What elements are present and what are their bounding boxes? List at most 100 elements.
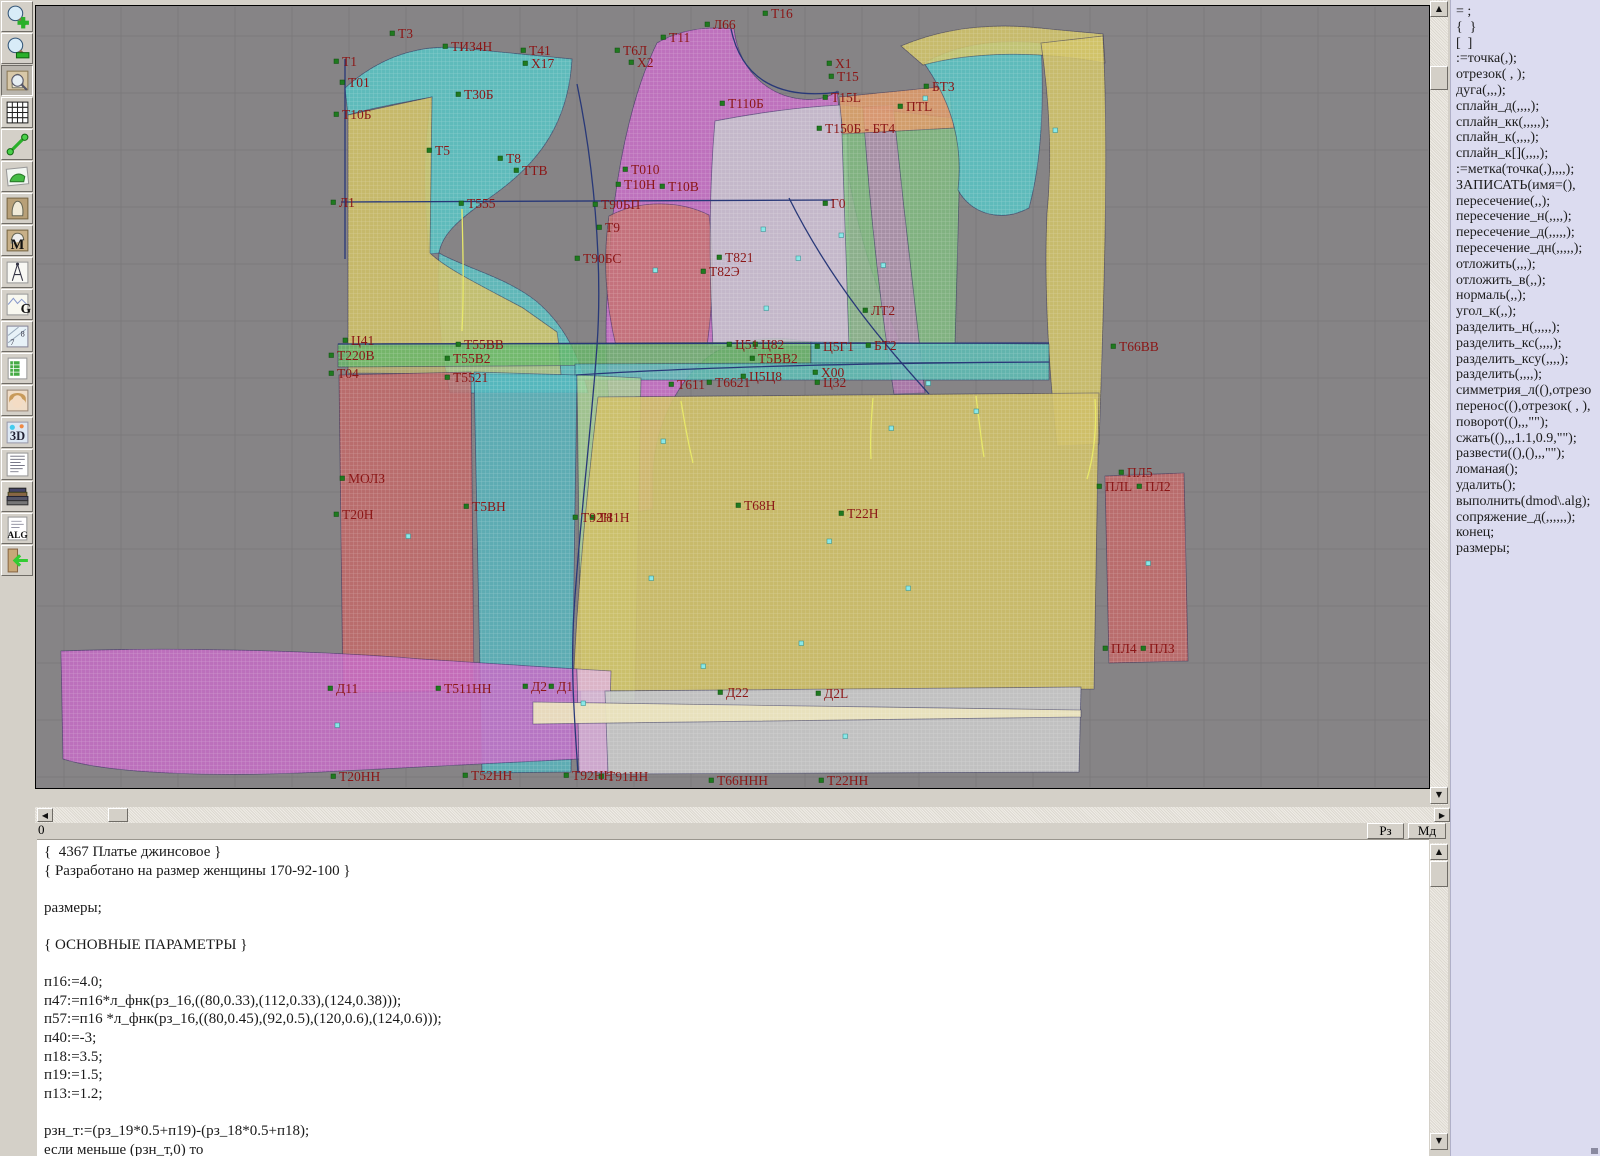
command-item[interactable]: симметрия_л((),отрезо xyxy=(1451,383,1600,399)
grid-button[interactable] xyxy=(1,97,33,128)
view-piece-button[interactable] xyxy=(1,65,33,96)
code-line xyxy=(37,917,1429,936)
yellow-skirt-texture xyxy=(573,393,1099,691)
piece-lens-icon xyxy=(4,67,31,94)
grading-button[interactable]: G xyxy=(1,289,33,320)
pattern-frame-icon xyxy=(4,195,31,222)
code-vscroll-track[interactable] xyxy=(1430,843,1448,1150)
table-icon xyxy=(4,355,31,382)
canvas-hscroll-slider[interactable] xyxy=(108,808,128,822)
canvas-vscroll-slider[interactable] xyxy=(1430,66,1448,90)
model-button[interactable]: M xyxy=(1,225,33,256)
command-item[interactable]: отложить_в(,,); xyxy=(1451,273,1600,289)
svg-text:3D: 3D xyxy=(10,429,25,443)
command-item[interactable]: разделить_ксу(,,,,); xyxy=(1451,352,1600,368)
command-item[interactable]: пересечение_н(,,,,); xyxy=(1451,209,1600,225)
command-item[interactable]: перенос((),отрезок( , ), xyxy=(1451,399,1600,415)
command-item[interactable]: сплайн_кк(,,,,,); xyxy=(1451,115,1600,131)
command-item[interactable]: конец; xyxy=(1451,525,1600,541)
3d-button[interactable]: 3D xyxy=(1,417,33,448)
zoom-in-button[interactable] xyxy=(1,1,33,32)
md-button[interactable]: Мд xyxy=(1408,823,1446,839)
algorithm-code-editor[interactable]: { 4367 Платье джинсовое }{ Разработано н… xyxy=(37,839,1429,1156)
sketch-button[interactable] xyxy=(1,161,33,192)
command-item[interactable]: нормаль(,,); xyxy=(1451,288,1600,304)
zoom-out-button[interactable] xyxy=(1,33,33,64)
code-vscroll-up-icon[interactable]: ▲ xyxy=(1430,844,1448,860)
command-item[interactable]: разделить(,,,,); xyxy=(1451,367,1600,383)
command-item[interactable]: отрезок( , ); xyxy=(1451,67,1600,83)
exit-arrow-icon xyxy=(4,547,31,574)
pattern-label: Т16 xyxy=(771,6,793,21)
ruler-button[interactable]: 78 xyxy=(1,321,33,352)
scroll-position-value: 0 xyxy=(38,822,45,838)
pattern-label: Т22НН xyxy=(827,773,868,788)
code-vscroll-slider[interactable] xyxy=(1430,861,1448,887)
command-item[interactable]: [ ] xyxy=(1451,36,1600,52)
command-item[interactable]: сопряжение_д(,,,,,,); xyxy=(1451,510,1600,526)
photo-button[interactable] xyxy=(1,385,33,416)
command-item[interactable]: сжать((),,,1.1,0.9,""); xyxy=(1451,431,1600,447)
command-item[interactable]: развести((),(),,,""); xyxy=(1451,446,1600,462)
left-toolbar: M G 78 3D ALG xyxy=(0,0,35,1156)
command-item[interactable]: сплайн_к[](,,,,); xyxy=(1451,146,1600,162)
command-item[interactable]: ломаная(); xyxy=(1451,462,1600,478)
svg-text:ALG: ALG xyxy=(7,531,27,541)
command-item[interactable]: разделить_кс(,,,,); xyxy=(1451,336,1600,352)
command-item[interactable]: = ; xyxy=(1451,4,1600,20)
pattern-label: Т6621 xyxy=(715,375,750,390)
pattern-label: Х2 xyxy=(637,55,654,70)
command-item[interactable]: размеры; xyxy=(1451,541,1600,557)
pattern-frame-button[interactable] xyxy=(1,193,33,224)
command-item[interactable]: удалить(); xyxy=(1451,478,1600,494)
pattern-label: ПТL xyxy=(906,99,932,114)
3d-icon: 3D xyxy=(4,419,31,446)
rz-button[interactable]: Рз xyxy=(1367,823,1404,839)
alg-doc-icon: ALG xyxy=(4,515,31,542)
command-item[interactable]: выполнить(dmod\.alg); xyxy=(1451,494,1600,510)
command-item[interactable]: ЗАПИСАТЬ(имя=(), xyxy=(1451,178,1600,194)
svg-text:8: 8 xyxy=(21,330,25,339)
canvas-hscroll-track[interactable] xyxy=(35,807,1450,823)
canvas-hscroll-left-icon[interactable]: ◀ xyxy=(37,808,53,822)
letter-m-icon: M xyxy=(4,227,31,254)
code-line: п18:=3.5; xyxy=(37,1048,1429,1067)
code-vscroll-down-icon[interactable]: ▼ xyxy=(1430,1133,1448,1150)
command-item[interactable]: пересечение_д(,,,,,); xyxy=(1451,225,1600,241)
pattern-label: ПЛ4 xyxy=(1111,641,1137,656)
command-item[interactable]: сплайн_д(,,,,); xyxy=(1451,99,1600,115)
pattern-canvas[interactable]: Т3Т1Т01Т10БТИЗ4НТ41Х17Т30БТ5Т8ТТВТ555Л1Т… xyxy=(35,5,1430,789)
table-button[interactable] xyxy=(1,353,33,384)
books-button[interactable] xyxy=(1,481,33,512)
pattern-label: Т52НН xyxy=(471,768,512,783)
code-line: п19:=1.5; xyxy=(37,1066,1429,1085)
ruler-icon: 78 xyxy=(4,323,31,350)
exit-button[interactable] xyxy=(1,545,33,576)
command-item[interactable]: дуга(,,,); xyxy=(1451,83,1600,99)
command-item[interactable]: пересечение(,,); xyxy=(1451,194,1600,210)
alg-button[interactable]: ALG xyxy=(1,513,33,544)
command-item[interactable]: отложить(,,,); xyxy=(1451,257,1600,273)
command-item[interactable]: :=точка(,); xyxy=(1451,51,1600,67)
command-item[interactable]: угол_к(,,); xyxy=(1451,304,1600,320)
command-list-panel: = ;{ }[ ]:=точка(,);отрезок( , );дуга(,,… xyxy=(1450,0,1600,1156)
canvas-vscroll-track[interactable] xyxy=(1430,0,1448,805)
construct-button[interactable] xyxy=(1,257,33,288)
canvas-hscroll-right-icon[interactable]: ▶ xyxy=(1434,808,1450,822)
pattern-label: Т150Б - БТ4 xyxy=(825,121,895,136)
command-item[interactable]: пересечение_дн(,,,,,); xyxy=(1451,241,1600,257)
command-item[interactable]: :=метка(точка(,),,,,); xyxy=(1451,162,1600,178)
command-item[interactable]: поворот((),,,""); xyxy=(1451,415,1600,431)
command-item[interactable]: сплайн_к(,,,,); xyxy=(1451,130,1600,146)
text-list-icon xyxy=(4,451,31,478)
pattern-label: Т611 xyxy=(677,377,705,392)
command-item[interactable]: { } xyxy=(1451,20,1600,36)
segment-button[interactable] xyxy=(1,129,33,160)
text-list-button[interactable] xyxy=(1,449,33,480)
pattern-label: Т10В xyxy=(668,179,699,194)
pattern-label: Д1 xyxy=(557,679,573,694)
canvas-vscroll-down-icon[interactable]: ▼ xyxy=(1430,787,1448,804)
canvas-vscroll-up-icon[interactable]: ▲ xyxy=(1430,1,1448,17)
pattern-label: Т010 xyxy=(631,162,660,177)
command-item[interactable]: разделить_н(,,,,,); xyxy=(1451,320,1600,336)
